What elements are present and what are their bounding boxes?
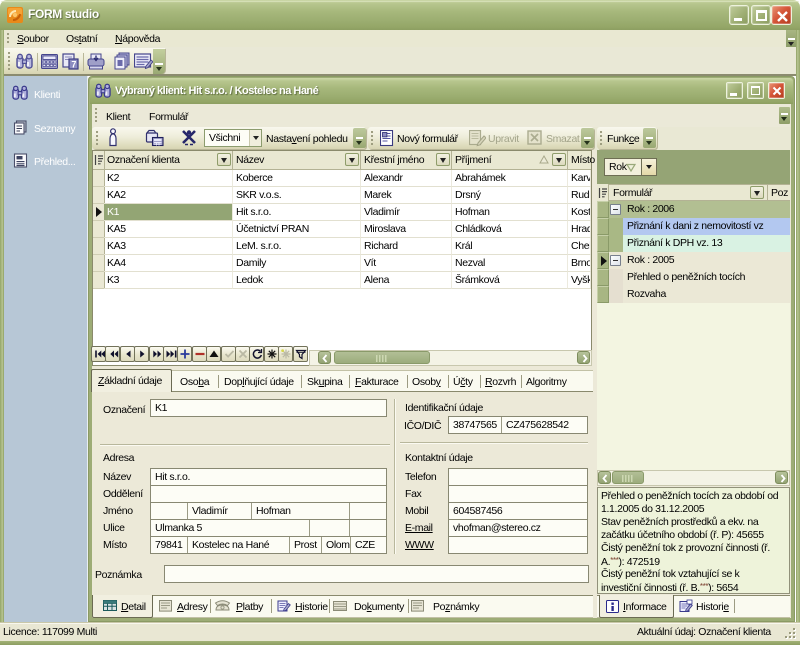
- svg-text:7: 7: [71, 60, 76, 70]
